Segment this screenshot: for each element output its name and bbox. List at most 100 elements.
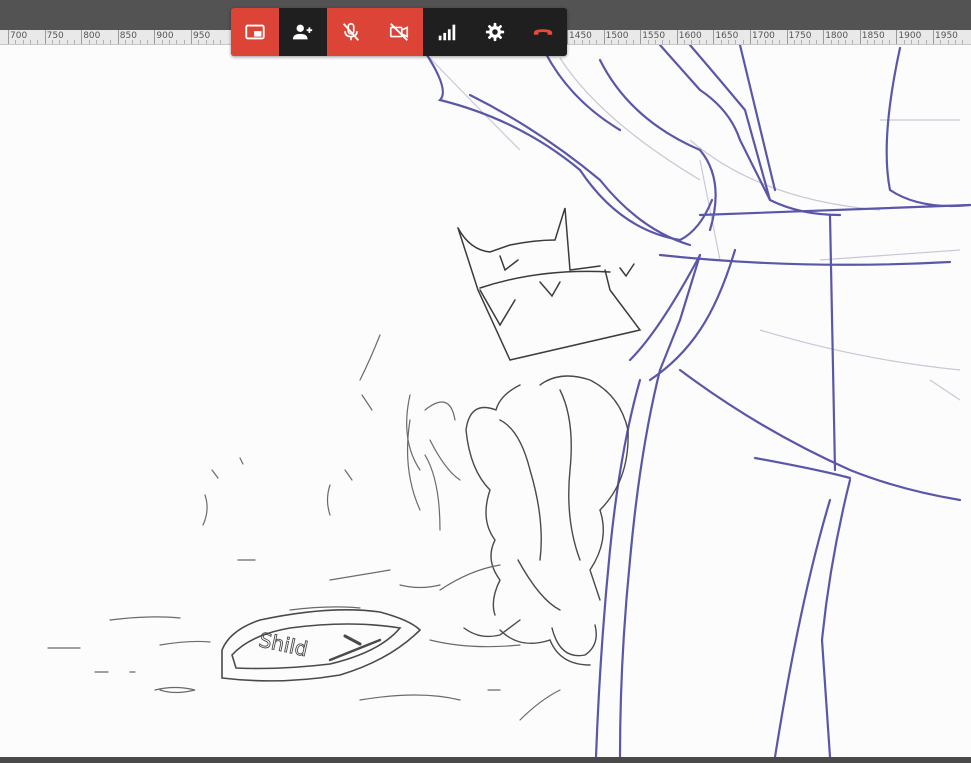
ruler-minor-tick [37, 40, 39, 44]
ruler-minor-tick [925, 40, 927, 44]
ruler-tick [640, 30, 642, 44]
ruler-minor-tick [88, 40, 90, 44]
ruler-minor-tick [669, 40, 671, 44]
ruler-minor-tick [161, 40, 163, 44]
ruler-minor-tick [110, 40, 112, 44]
drawing-canvas[interactable]: Shild [0, 45, 971, 757]
ruler-minor-tick [59, 40, 61, 44]
ruler-minor-tick [647, 40, 649, 44]
ruler-tick [713, 30, 715, 44]
picture-in-picture-button[interactable] [231, 8, 279, 56]
ruler-minor-tick [954, 40, 956, 44]
ruler-minor-tick [874, 40, 876, 44]
ruler-minor-tick [889, 40, 891, 44]
ruler-minor-tick [662, 40, 664, 44]
ruler-label: 750 [46, 31, 64, 41]
ruler-minor-tick [95, 40, 97, 44]
ruler-minor-tick [139, 40, 141, 44]
ruler-minor-tick [212, 40, 214, 44]
ruler-minor-tick [940, 40, 942, 44]
ruler-tick [567, 30, 568, 44]
microphone-off-button[interactable] [327, 8, 375, 56]
microphone-off-icon [342, 22, 360, 41]
ruler-tick [603, 30, 605, 44]
ruler-minor-tick [596, 40, 598, 44]
ruler-tick [786, 30, 788, 44]
picture-in-picture-icon [245, 24, 265, 40]
sketch-drawing: Shild [47, 45, 971, 757]
ruler-minor-tick [588, 40, 590, 44]
ruler-minor-tick [815, 40, 817, 44]
ruler-minor-tick [903, 40, 905, 44]
ruler-minor-tick [625, 40, 627, 44]
ruler-tick [933, 30, 934, 44]
connection-signal-button[interactable] [423, 8, 471, 56]
ruler-minor-tick [632, 40, 634, 44]
ruler-minor-tick [706, 40, 708, 44]
settings-button[interactable] [471, 8, 519, 56]
ruler-minor-tick [735, 40, 737, 44]
ruler-minor-tick [837, 40, 839, 44]
camera-off-button[interactable] [375, 8, 423, 56]
video-off-icon [389, 23, 409, 41]
ruler-minor-tick [15, 40, 17, 44]
ruler-minor-tick [574, 40, 576, 44]
ruler-minor-tick [962, 40, 964, 44]
ruler-minor-tick [867, 40, 869, 44]
ruler-tick [191, 30, 192, 44]
ruler-tick [859, 30, 861, 44]
hang-up-button[interactable] [519, 8, 567, 56]
ruler-minor-tick [125, 40, 127, 44]
ruler-minor-tick [771, 40, 773, 44]
ruler-label: 700 [10, 31, 28, 41]
ruler-minor-tick [691, 40, 693, 44]
ruler-minor-tick [852, 40, 854, 44]
ruler-minor-tick [29, 40, 31, 44]
ruler-minor-tick [793, 40, 795, 44]
ruler-minor-tick [764, 40, 766, 44]
ruler-minor-tick [581, 40, 583, 44]
ruler-label: 800 [83, 31, 101, 41]
ruler-minor-tick [881, 40, 883, 44]
ruler-minor-tick [742, 40, 744, 44]
video-call-toolbar [231, 8, 567, 56]
ruler-minor-tick [947, 40, 949, 44]
ruler-tick [117, 30, 119, 44]
ruler-minor-tick [720, 40, 722, 44]
ruler-minor-tick [757, 40, 759, 44]
ruler-minor-tick [911, 40, 913, 44]
ruler-tick [750, 30, 751, 44]
ruler-minor-tick [51, 40, 53, 44]
gear-icon [485, 22, 505, 42]
ruler-minor-tick [728, 40, 730, 44]
ruler-minor-tick [73, 40, 75, 44]
ruler-minor-tick [610, 40, 612, 44]
ruler-minor-tick [830, 40, 832, 44]
ruler-minor-tick [654, 40, 656, 44]
ruler-minor-tick [808, 40, 810, 44]
ruler-tick [154, 30, 156, 44]
add-person-button[interactable] [279, 8, 327, 56]
ruler-minor-tick [220, 40, 222, 44]
ruler-label: 850 [119, 31, 137, 41]
person-add-icon [292, 24, 313, 40]
ruler-minor-tick [684, 40, 686, 44]
ruler-label: 900 [156, 31, 174, 41]
ruler-label: 950 [193, 31, 211, 41]
ruler-minor-tick [845, 40, 847, 44]
ruler-tick [676, 30, 678, 44]
shield-sketch-text: Shild [257, 628, 310, 662]
ruler-minor-tick [198, 40, 200, 44]
ruler-minor-tick [147, 40, 149, 44]
ruler-minor-tick [132, 40, 134, 44]
signal-bars-icon [438, 24, 456, 41]
ruler-minor-tick [801, 40, 803, 44]
ruler-minor-tick [205, 40, 207, 44]
ruler-minor-tick [918, 40, 920, 44]
ruler-minor-tick [66, 40, 68, 44]
ruler-minor-tick [779, 40, 781, 44]
app-bottom-strip [0, 757, 971, 763]
ruler-tick [8, 30, 9, 44]
ruler-minor-tick [698, 40, 700, 44]
phone-hangup-icon [533, 29, 553, 35]
